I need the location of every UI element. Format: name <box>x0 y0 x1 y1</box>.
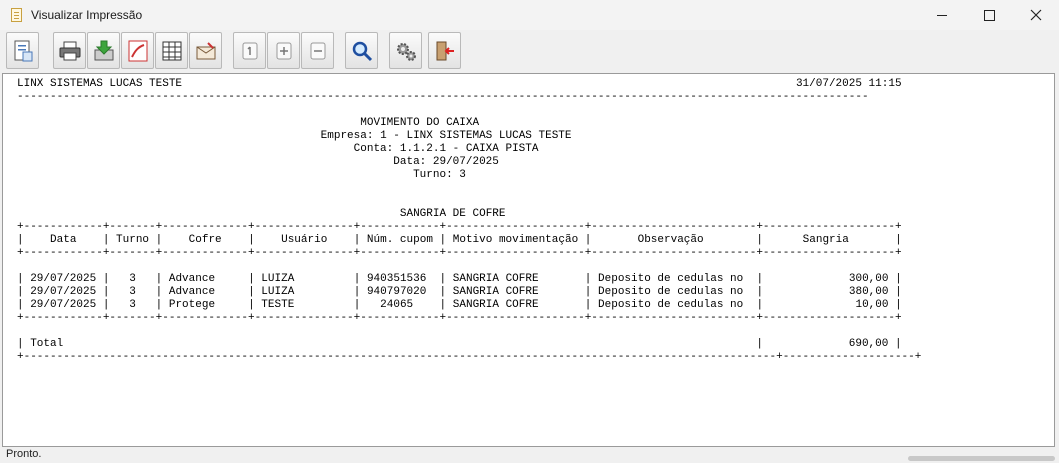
col-motivo: Motivo movimentação <box>452 234 579 246</box>
settings-icon <box>396 42 416 61</box>
report-empresa: Empresa: 1 - LINX SISTEMAS LUCAS TESTE <box>320 130 572 142</box>
cell: Advance <box>168 286 216 298</box>
search-icon <box>352 41 372 61</box>
report-heading: MOVIMENTO DO CAIXA <box>360 117 480 129</box>
page-setup-icon <box>14 40 32 61</box>
report-company: LINX SISTEMAS LUCAS TESTE <box>17 78 183 90</box>
report-text: LINX SISTEMAS LUCAS TESTE 31/07/2025 11:… <box>17 78 922 363</box>
cell: TESTE <box>261 299 295 311</box>
settings-button[interactable] <box>389 32 422 69</box>
cell: Deposito de cedulas no <box>598 286 744 298</box>
cell: 3 <box>129 286 136 298</box>
preview-area[interactable]: LINX SISTEMAS LUCAS TESTE 31/07/2025 11:… <box>2 73 1055 447</box>
zoom-out-button[interactable] <box>301 32 334 69</box>
spreadsheet-export-icon <box>162 41 181 60</box>
page-setup-button[interactable] <box>6 32 39 69</box>
cell: SANGRIA COFRE <box>452 299 539 311</box>
cell: SANGRIA COFRE <box>452 273 539 285</box>
cell: 940797020 <box>366 286 427 298</box>
zoom-in-button[interactable] <box>267 32 300 69</box>
cell: 940351536 <box>366 273 427 285</box>
cell: Deposito de cedulas no <box>598 299 744 311</box>
section-title: SANGRIA DE COFRE <box>399 208 506 220</box>
email-button[interactable] <box>189 32 222 69</box>
close-icon <box>1030 9 1042 21</box>
print-button[interactable] <box>53 32 86 69</box>
status-text: Pronto. <box>6 448 42 460</box>
cell: 10,00 <box>855 299 889 311</box>
cell: 24065 <box>380 299 414 311</box>
title-bar: Visualizar Impressão <box>0 0 1059 30</box>
col-turno: Turno <box>116 234 150 246</box>
minimize-button[interactable] <box>919 0 965 30</box>
cell: 29/07/2025 <box>30 286 97 298</box>
close-button[interactable] <box>1013 0 1059 30</box>
pdf-export-button[interactable] <box>121 32 154 69</box>
page-number-icon <box>242 42 257 59</box>
cell: 29/07/2025 <box>30 299 97 311</box>
page-number-button[interactable] <box>233 32 266 69</box>
col-observacao: Observação <box>637 234 704 246</box>
save-button[interactable] <box>87 32 120 69</box>
status-bar: Pronto. <box>0 447 1059 463</box>
cell: SANGRIA COFRE <box>452 286 539 298</box>
toolbar <box>0 30 1059 73</box>
report-conta: Conta: 1.1.2.1 - CAIXA PISTA <box>353 143 539 155</box>
search-button[interactable] <box>345 32 378 69</box>
printer-icon <box>59 41 80 60</box>
total-label: Total <box>30 338 64 350</box>
cell: 380,00 <box>848 286 889 298</box>
horizontal-scrollbar[interactable] <box>908 456 1055 461</box>
col-sangria: Sangria <box>802 234 849 246</box>
cell: 3 <box>129 273 136 285</box>
pdf-export-icon <box>128 40 147 61</box>
separator-line: ----------------------------------------… <box>17 91 869 103</box>
cell: 300,00 <box>848 273 889 285</box>
col-data: Data <box>50 234 77 246</box>
exit-icon <box>436 41 454 60</box>
cell: Protege <box>168 299 216 311</box>
spreadsheet-export-button[interactable] <box>155 32 188 69</box>
maximize-button[interactable] <box>966 0 1012 30</box>
report-data: Data: 29/07/2025 <box>393 156 499 168</box>
col-cofre: Cofre <box>188 234 222 246</box>
col-usuario: Usuário <box>281 234 328 246</box>
cell: Advance <box>168 273 216 285</box>
maximize-icon <box>983 9 995 21</box>
app-icon <box>11 8 22 22</box>
cell: LUIZA <box>261 273 295 285</box>
report-datetime: 31/07/2025 11:15 <box>795 78 902 90</box>
exit-button[interactable] <box>428 32 461 69</box>
window-title: Visualizar Impressão <box>31 8 143 22</box>
cell: 3 <box>129 299 136 311</box>
save-icon <box>94 40 113 60</box>
cell: LUIZA <box>261 286 295 298</box>
zoom-out-icon <box>310 42 325 59</box>
minimize-icon <box>937 14 947 16</box>
zoom-in-icon <box>276 42 291 59</box>
report-turno: Turno: 3 <box>413 169 466 181</box>
email-icon <box>196 41 215 59</box>
col-cupom: Núm. cupom <box>366 234 433 246</box>
cell: 29/07/2025 <box>30 273 97 285</box>
total-value: 690,00 <box>848 338 889 350</box>
cell: Deposito de cedulas no <box>598 273 744 285</box>
